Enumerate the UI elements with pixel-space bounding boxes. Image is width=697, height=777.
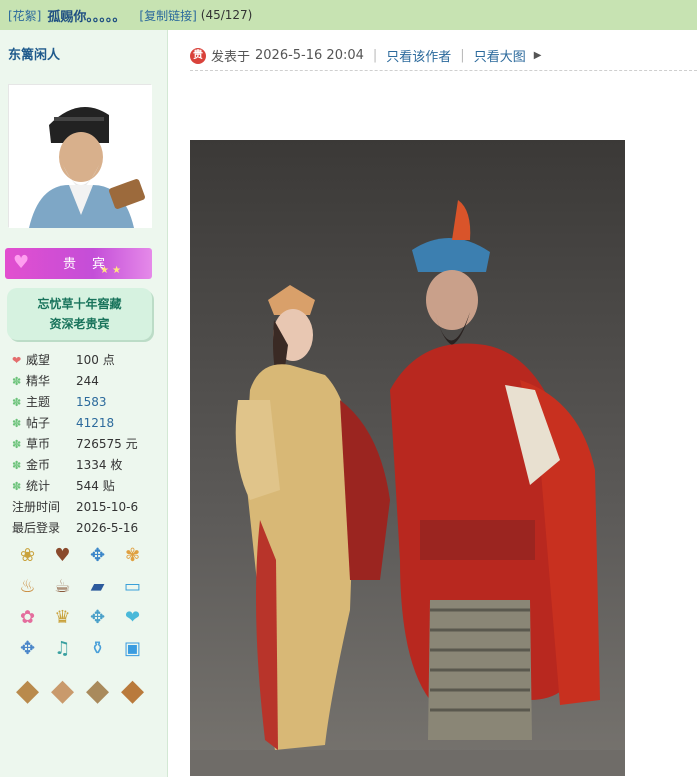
heart-icon: ❤ xyxy=(12,354,22,367)
stat-label: 精华 xyxy=(26,374,51,388)
heart-bow-medal-icon[interactable]: ❤ xyxy=(117,604,148,631)
stat-row: ✽ 帖子 41218 xyxy=(12,413,168,434)
play-arrow-icon[interactable]: ▶ xyxy=(534,50,542,61)
post-header: 贵 发表于 2026-5-16 20:04 | 只看该作者 | 只看大图 ▶ xyxy=(190,41,697,71)
author-sidebar: 东篱闲人 ♥ 贵宾 ★ ★ 忘忧草十年窖藏 资深老贵宾 ❤ 威望 100 点 ✽… xyxy=(0,30,168,777)
diamond-medal-icon[interactable]: ◆ xyxy=(12,666,43,714)
stat-value: 544 贴 xyxy=(76,479,115,493)
stat-label: 统计 xyxy=(26,479,51,493)
bow-medal-icon[interactable]: ✥ xyxy=(82,542,113,569)
only-author-link[interactable]: 只看该作者 xyxy=(386,46,451,65)
stat-row: ✽ 金币 1334 枚 xyxy=(12,455,168,476)
posted-time: 2026-5-16 20:04 xyxy=(255,48,364,63)
divider: | xyxy=(372,48,378,63)
honor-line-1: 忘忧草十年窖藏 xyxy=(37,297,122,311)
clover-icon: ✽ xyxy=(12,480,22,493)
clover-icon: ✽ xyxy=(12,375,22,388)
medal-wall: ❀ ♥ ✥ ✾ ♨ ☕ ▰ ▭ ✿ ♛ ✥ ❤ ✥ ♫ ⚱ ▣ ◆ ◆ ◆ ◆ xyxy=(12,542,152,718)
stat-row: ✽ 统计 544 贴 xyxy=(12,476,168,497)
clover-icon: ✽ xyxy=(12,417,22,430)
register-date: 2015-10-6 xyxy=(76,500,139,514)
stat-row: 最后登录 2026-5-16 xyxy=(12,518,168,539)
clover-icon: ✽ xyxy=(12,396,22,409)
flower-medal-icon[interactable]: ✿ xyxy=(12,604,43,631)
horn-medal-icon[interactable]: ♫ xyxy=(47,635,78,662)
stat-row: 注册时间 2015-10-6 xyxy=(12,497,168,518)
clover-icon: ✽ xyxy=(12,459,22,472)
thread-title-bar: [花絮] 孤赐你。。。。。 [复制链接] (45/127) xyxy=(0,0,697,30)
posted-prefix: 发表于 xyxy=(211,50,251,65)
butterfly-medal-icon[interactable]: ✾ xyxy=(117,542,148,569)
stat-value-link[interactable]: 1583 xyxy=(76,392,107,413)
honor-line-2: 资深老贵宾 xyxy=(49,317,110,331)
thread-category[interactable]: [花絮] xyxy=(8,7,41,24)
stat-label: 草币 xyxy=(26,437,51,451)
stat-value: 1334 枚 xyxy=(76,458,123,472)
author-name[interactable]: 东篱闲人 xyxy=(8,44,60,63)
heart-icon: ♥ xyxy=(13,252,30,273)
stat-label: 金币 xyxy=(26,458,51,472)
book-medal-icon[interactable]: ▰ xyxy=(82,573,113,600)
diamond-medal-icon[interactable]: ◆ xyxy=(47,666,78,714)
copy-link-button[interactable]: [复制链接] xyxy=(139,7,196,24)
bouquet-medal-icon[interactable]: ❀ xyxy=(12,542,43,569)
avatar[interactable] xyxy=(8,84,152,228)
knot-medal-icon[interactable]: ✥ xyxy=(82,604,113,631)
stat-value: 100 点 xyxy=(76,353,115,367)
register-label: 注册时间 xyxy=(12,500,61,514)
vip-badge: ♥ 贵宾 ★ ★ xyxy=(5,248,152,279)
stat-value: 244 xyxy=(76,374,99,388)
stat-row: ✽ 草币 726575 元 xyxy=(12,434,168,455)
teapot-medal-icon[interactable]: ☕ xyxy=(47,573,78,600)
view-reply-count: (45/127) xyxy=(200,8,253,22)
post-photo[interactable] xyxy=(190,140,625,776)
last-login-label: 最后登录 xyxy=(12,521,61,535)
stat-value-link[interactable]: 41218 xyxy=(76,413,114,434)
view-large-link[interactable]: 只看大图 xyxy=(474,46,526,65)
stat-row: ❤ 威望 100 点 xyxy=(12,350,168,371)
thread-title: 孤赐你。。。。。 xyxy=(47,9,126,25)
crown-medal-icon[interactable]: ♛ xyxy=(47,604,78,631)
diamond-medal-icon[interactable]: ◆ xyxy=(117,666,148,714)
diamond-medal-icon[interactable]: ◆ xyxy=(82,666,113,714)
stat-label: 帖子 xyxy=(26,416,51,430)
author-stats: ❤ 威望 100 点 ✽ 精华 244 ✽ 主题 1583 ✽ 帖子 41218… xyxy=(12,350,168,539)
honor-badge: 忘忧草十年窖藏 资深老贵宾 xyxy=(7,288,152,340)
rich-icon: 贵 xyxy=(190,47,206,64)
stat-label: 威望 xyxy=(26,353,51,367)
cake-medal-icon[interactable]: ♨ xyxy=(12,573,43,600)
stat-row: ✽ 精华 244 xyxy=(12,371,168,392)
frame-medal-icon[interactable]: ▣ xyxy=(117,635,148,662)
ribbon-medal-icon[interactable]: ▭ xyxy=(117,573,148,600)
star-icon: ★ ★ xyxy=(100,265,122,276)
post-content: 贵 发表于 2026-5-16 20:04 | 只看该作者 | 只看大图 ▶ xyxy=(168,30,697,777)
stat-label: 主题 xyxy=(26,395,51,409)
clover-icon: ✽ xyxy=(12,438,22,451)
stat-value: 726575 元 xyxy=(76,437,138,451)
last-login-date: 2026-5-16 xyxy=(76,521,139,535)
bow-medal-icon[interactable]: ✥ xyxy=(12,635,43,662)
heart-medal-icon[interactable]: ♥ xyxy=(47,542,78,569)
divider: | xyxy=(460,48,465,63)
vase-medal-icon[interactable]: ⚱ xyxy=(82,635,113,662)
stat-row: ✽ 主题 1583 xyxy=(12,392,168,413)
